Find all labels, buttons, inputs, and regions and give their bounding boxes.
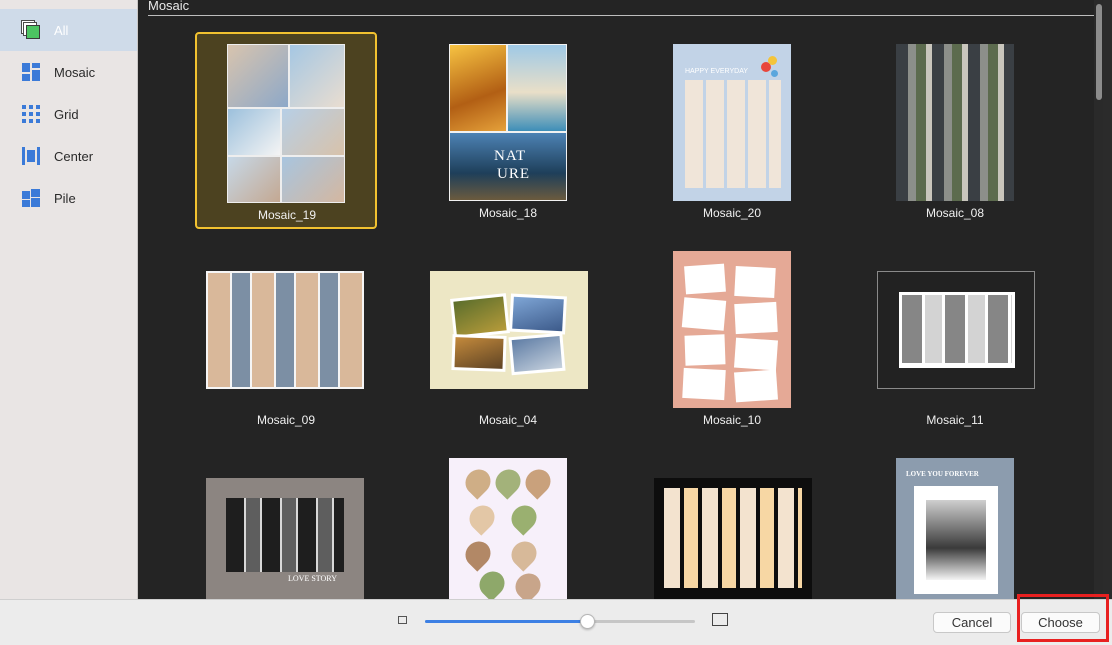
sidebar-item-label: Grid (54, 106, 79, 122)
template-thumbnail: HAPPY EVERYDAY (673, 44, 791, 201)
template-label: Mosaic_08 (925, 206, 985, 220)
template-tile-mosaic-10[interactable]: Mosaic_10 (643, 241, 821, 434)
scrollbar-thumb[interactable] (1096, 4, 1102, 100)
sidebar-item-label: Mosaic (54, 64, 96, 80)
section-divider (148, 15, 1094, 16)
template-tile[interactable]: LOVE YOU FOREVER (866, 448, 1044, 599)
sidebar-item-center[interactable]: Center (0, 135, 137, 177)
sidebar: All Mosaic Grid Center Pile (0, 0, 138, 599)
thumb-text: NAT (494, 148, 527, 164)
template-label: Mosaic_18 (478, 206, 538, 220)
section-title: Mosaic (148, 0, 190, 13)
template-tile-mosaic-04[interactable]: Mosaic_04 (419, 241, 597, 434)
center-icon (21, 146, 41, 166)
sidebar-item-label: Center (54, 148, 94, 164)
zoom-in-icon[interactable] (712, 613, 728, 626)
stack-icon (21, 20, 41, 40)
grid-icon (21, 104, 41, 124)
template-tile[interactable] (419, 448, 597, 599)
choose-highlight-box (1017, 594, 1109, 642)
footer-bar: Cancel Choose (0, 599, 1112, 645)
thumb-text: URE (497, 166, 530, 182)
template-thumbnail (896, 44, 1014, 201)
template-label: Mosaic_20 (702, 206, 762, 220)
template-label: Mosaic_11 (926, 413, 984, 427)
template-thumbnail: NAT URE (449, 44, 567, 201)
sidebar-item-pile[interactable]: Pile (0, 177, 137, 219)
sidebar-item-label: All (54, 22, 69, 38)
thumb-text: LOVE YOU FOREVER (906, 470, 979, 478)
mosaic-icon (21, 62, 41, 82)
sidebar-item-mosaic[interactable]: Mosaic (0, 51, 137, 93)
template-tile-mosaic-11[interactable]: Mosaic_11 (866, 241, 1044, 434)
cancel-button[interactable]: Cancel (933, 612, 1011, 633)
template-tile-mosaic-20[interactable]: HAPPY EVERYDAY Mosaic_20 (643, 34, 821, 227)
template-label: Mosaic_19 (257, 208, 317, 222)
template-label: Mosaic_04 (478, 413, 538, 427)
template-tile-mosaic-19[interactable]: Mosaic_19 (195, 32, 377, 229)
template-thumbnail (227, 44, 345, 203)
template-thumbnail: LOVE YOU FOREVER (896, 458, 1014, 599)
sidebar-item-label: Pile (54, 190, 76, 206)
template-label: Mosaic_10 (702, 413, 762, 427)
template-tile-mosaic-08[interactable]: Mosaic_08 (866, 34, 1044, 227)
template-tile[interactable]: LOVE STORY (195, 448, 377, 599)
zoom-out-icon[interactable] (398, 616, 407, 624)
template-label: Mosaic_09 (256, 413, 316, 427)
sidebar-item-grid[interactable]: Grid (0, 93, 137, 135)
template-thumbnail (449, 458, 567, 599)
template-thumbnail (877, 271, 1035, 389)
pile-icon (21, 188, 41, 208)
zoom-slider-fill (425, 620, 587, 623)
template-thumbnail: LOVE STORY (206, 478, 364, 599)
template-thumbnail (430, 271, 588, 389)
template-tile[interactable] (643, 448, 821, 599)
thumb-text: LOVE STORY (288, 574, 337, 583)
template-thumbnail (654, 478, 812, 599)
zoom-slider-knob[interactable] (580, 614, 595, 629)
sidebar-item-all[interactable]: All (0, 9, 137, 51)
template-thumbnail (206, 271, 364, 389)
scrollbar[interactable] (1094, 0, 1103, 599)
template-gallery: Mosaic Mosaic_19 NAT URE Mosaic_18 HAPPY… (138, 0, 1103, 599)
thumb-text: HAPPY EVERYDAY (685, 68, 749, 75)
template-thumbnail (673, 251, 791, 408)
template-tile-mosaic-09[interactable]: Mosaic_09 (195, 241, 377, 434)
zoom-slider[interactable] (425, 614, 695, 629)
template-tile-mosaic-18[interactable]: NAT URE Mosaic_18 (419, 34, 597, 227)
